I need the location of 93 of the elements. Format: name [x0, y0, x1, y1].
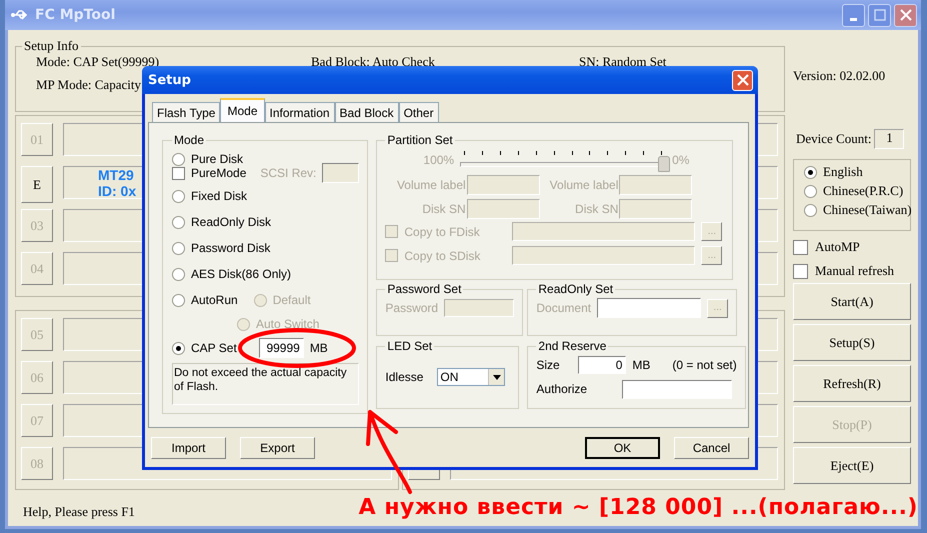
mode-option[interactable]: CAP Set: [191, 341, 237, 355]
mode-option[interactable]: ReadOnly Disk: [191, 215, 272, 229]
info-text: SN: Random Set: [579, 54, 666, 70]
field-label: Password: [385, 301, 438, 315]
language-option[interactable]: English: [823, 164, 863, 180]
action-button[interactable]: Setup(S): [793, 324, 911, 361]
field-label: Authorize: [536, 382, 588, 396]
tab[interactable]: Bad Block: [334, 102, 399, 122]
group-title: Password Set: [386, 282, 462, 296]
note-text: Do not exceed the actual capacity of Flash.: [172, 363, 360, 405]
field-label: Disk SN: [422, 202, 466, 216]
slider-label: 0%: [672, 153, 690, 167]
device-count-label: Device Count:: [796, 131, 872, 147]
device-info: ID: 0x: [98, 182, 136, 198]
checkbox[interactable]: [793, 264, 808, 278]
language-option[interactable]: Chinese(P.R.C): [823, 183, 904, 199]
maximize-button[interactable]: [868, 4, 891, 26]
group-title: 2nd Reserve: [537, 339, 608, 353]
info-text: MP Mode: Capacity: [36, 77, 141, 93]
radio-button[interactable]: [172, 342, 185, 354]
field-label: Document: [536, 301, 592, 315]
radio-button[interactable]: [172, 242, 185, 254]
window-title: FC MpTool: [35, 7, 116, 23]
dialog-button[interactable]: Export: [240, 437, 315, 459]
radio-button[interactable]: [172, 268, 185, 280]
tab[interactable]: Flash Type: [152, 102, 220, 122]
option-label: Manual refresh: [815, 263, 894, 279]
capacity-field[interactable]: 99999: [258, 338, 304, 358]
language-option[interactable]: Chinese(Taiwan): [823, 202, 912, 218]
checkbox[interactable]: [172, 166, 185, 180]
dialog-button[interactable]: Cancel: [674, 437, 749, 459]
close-icon: [900, 9, 912, 21]
group-title: Mode: [173, 133, 206, 147]
close-button[interactable]: [894, 4, 917, 26]
device-info: MT29: [98, 166, 134, 182]
radio-button[interactable]: [804, 204, 817, 216]
port-button[interactable]: E: [21, 166, 53, 203]
checkbox[interactable]: [793, 240, 808, 254]
mode-option[interactable]: Fixed Disk: [191, 189, 248, 203]
unit-label: MB: [310, 341, 328, 355]
slider-label: 100%: [423, 153, 454, 167]
field-label: Idlesse: [385, 370, 424, 384]
close-icon: [736, 74, 748, 86]
action-button[interactable]: Refresh(R): [793, 365, 911, 402]
maximize-icon: [874, 9, 886, 21]
action-button[interactable]: Start(A): [793, 283, 911, 320]
mode-option[interactable]: AutoRun: [191, 293, 238, 307]
radio-button[interactable]: [172, 294, 185, 306]
radio-button[interactable]: [172, 216, 185, 228]
idlesse-dropdown[interactable]: ON: [437, 368, 506, 386]
radio-button[interactable]: [172, 152, 185, 166]
version-text: Version: 02.02.00: [793, 68, 886, 84]
field-label: Volume label: [550, 178, 618, 192]
field-label: SCSI Rev:: [260, 166, 316, 180]
hint-text: (0 = not set): [672, 358, 737, 372]
dialog-button[interactable]: OK: [585, 437, 660, 459]
group-title: LED Set: [386, 339, 434, 353]
tab[interactable]: Information: [264, 102, 335, 122]
document-field[interactable]: [597, 298, 702, 318]
group-title: ReadOnly Set: [537, 282, 614, 296]
tab[interactable]: Mode: [220, 98, 265, 122]
device-count-field: 1: [874, 129, 904, 149]
group-title: Setup Info: [23, 38, 80, 54]
field-label: Size: [536, 358, 561, 372]
dialog-title: Setup: [148, 72, 191, 88]
field-label: Volume label: [396, 178, 466, 192]
checkbox-label: Copy to SDisk: [404, 248, 482, 262]
mode-option[interactable]: AES Disk(86 Only): [191, 267, 292, 281]
group-title: Partition Set: [386, 133, 454, 147]
annotation-text: А нужно ввести ~ [128 000] ...(полагаю...): [358, 495, 918, 520]
tab[interactable]: Other: [398, 102, 439, 122]
minimize-icon: [850, 18, 857, 20]
unit-label: MB: [632, 358, 650, 372]
scsi-field[interactable]: [322, 163, 360, 183]
radio-button[interactable]: [804, 166, 817, 178]
radio-button[interactable]: [172, 190, 185, 202]
option-label: AutoMP: [815, 239, 860, 255]
mode-option[interactable]: PureMode: [191, 166, 246, 180]
info-text: Bad Block: Auto Check: [311, 54, 436, 70]
mode-option[interactable]: Password Disk: [191, 241, 270, 255]
checkbox-label: Copy to FDisk: [404, 224, 481, 238]
authorize-field[interactable]: [622, 380, 732, 398]
mode-option[interactable]: Pure Disk: [191, 152, 244, 166]
field-label: Disk SN: [575, 202, 618, 216]
action-button[interactable]: Eject(E): [793, 447, 911, 484]
minimize-button[interactable]: [842, 4, 865, 26]
status-text: Help, Please press F1: [23, 504, 135, 520]
radio-button[interactable]: [804, 184, 817, 198]
dialog-button[interactable]: Import: [151, 437, 226, 459]
usb-icon: [11, 10, 29, 20]
size-field[interactable]: 0: [578, 356, 626, 374]
password-field[interactable]: [444, 299, 514, 317]
info-text: Mode: CAP Set(99999): [36, 54, 160, 70]
